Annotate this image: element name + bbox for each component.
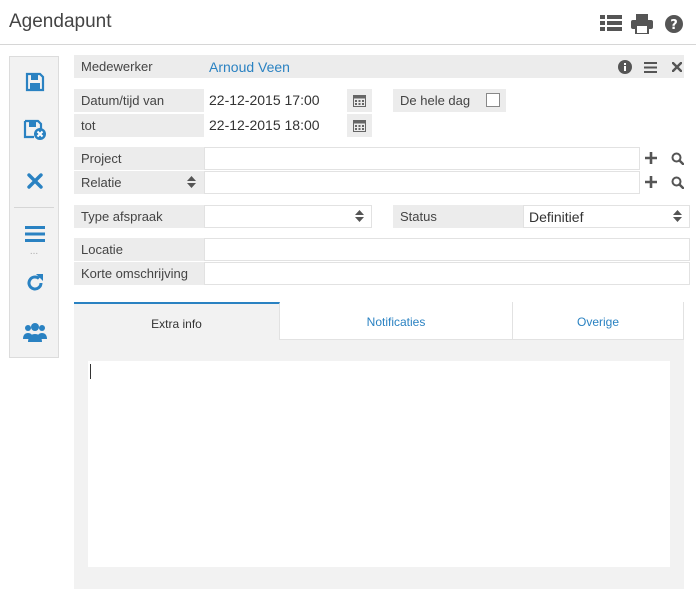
save-close-icon[interactable] xyxy=(22,117,48,143)
locatie-input[interactable] xyxy=(204,238,690,261)
list-icon[interactable] xyxy=(600,14,622,34)
medewerker-label: Medewerker xyxy=(74,55,204,78)
relatie-input[interactable] xyxy=(204,171,640,194)
menu-icon[interactable] xyxy=(639,56,661,78)
datum-van-label: Datum/tijd van xyxy=(74,89,204,112)
datum-tot-input[interactable]: 22-12-2015 18:00 xyxy=(204,114,349,137)
tab-bar: Extra info Notificaties Overige xyxy=(74,302,684,340)
svg-text:?: ? xyxy=(670,18,678,33)
add-icon[interactable] xyxy=(640,147,662,169)
menu-icon[interactable] xyxy=(22,221,48,247)
toolbar-divider xyxy=(14,207,54,208)
search-icon[interactable] xyxy=(666,171,688,193)
sort-icon xyxy=(666,205,688,227)
sort-icon[interactable] xyxy=(180,171,202,193)
add-icon[interactable] xyxy=(640,171,662,193)
page-title: Agendapunt xyxy=(9,11,112,32)
save-icon[interactable] xyxy=(22,69,48,95)
tab-notificaties[interactable]: Notificaties xyxy=(280,302,513,340)
project-label: Project xyxy=(74,147,204,170)
hele-dag-checkbox[interactable] xyxy=(486,93,500,107)
sort-icon xyxy=(348,205,370,227)
type-afspraak-label: Type afspraak xyxy=(74,205,204,228)
page-header: Agendapunt ? xyxy=(0,0,696,45)
medewerker-link[interactable]: Arnoud Veen xyxy=(209,59,290,75)
korte-omschrijving-label: Korte omschrijving xyxy=(74,262,204,285)
delete-icon[interactable] xyxy=(22,168,48,194)
tab-overige[interactable]: Overige xyxy=(513,302,684,340)
print-icon[interactable] xyxy=(631,14,653,35)
refresh-icon[interactable] xyxy=(22,270,48,296)
help-icon[interactable]: ? xyxy=(664,14,686,34)
locatie-label: Locatie xyxy=(74,238,204,261)
tot-label: tot xyxy=(74,114,204,137)
datum-van-input[interactable]: 22-12-2015 17:00 xyxy=(204,89,349,112)
users-icon[interactable] xyxy=(22,319,48,345)
clear-icon[interactable] xyxy=(666,56,688,78)
tab-extra-info[interactable]: Extra info xyxy=(74,302,280,340)
action-toolbar: ... xyxy=(9,56,59,358)
extra-info-panel xyxy=(74,340,684,589)
project-input[interactable] xyxy=(204,147,640,170)
toolbar-dots: ... xyxy=(29,246,39,257)
status-select[interactable]: Definitief xyxy=(523,205,690,228)
extra-info-textarea[interactable] xyxy=(88,361,670,567)
calendar-icon[interactable] xyxy=(347,89,372,112)
type-afspraak-select[interactable] xyxy=(204,205,372,228)
status-label: Status xyxy=(393,205,523,228)
calendar-icon[interactable] xyxy=(347,114,372,137)
info-icon[interactable] xyxy=(614,56,636,78)
search-icon[interactable] xyxy=(666,147,688,169)
text-caret xyxy=(90,364,91,379)
korte-omschrijving-input[interactable] xyxy=(204,262,690,285)
